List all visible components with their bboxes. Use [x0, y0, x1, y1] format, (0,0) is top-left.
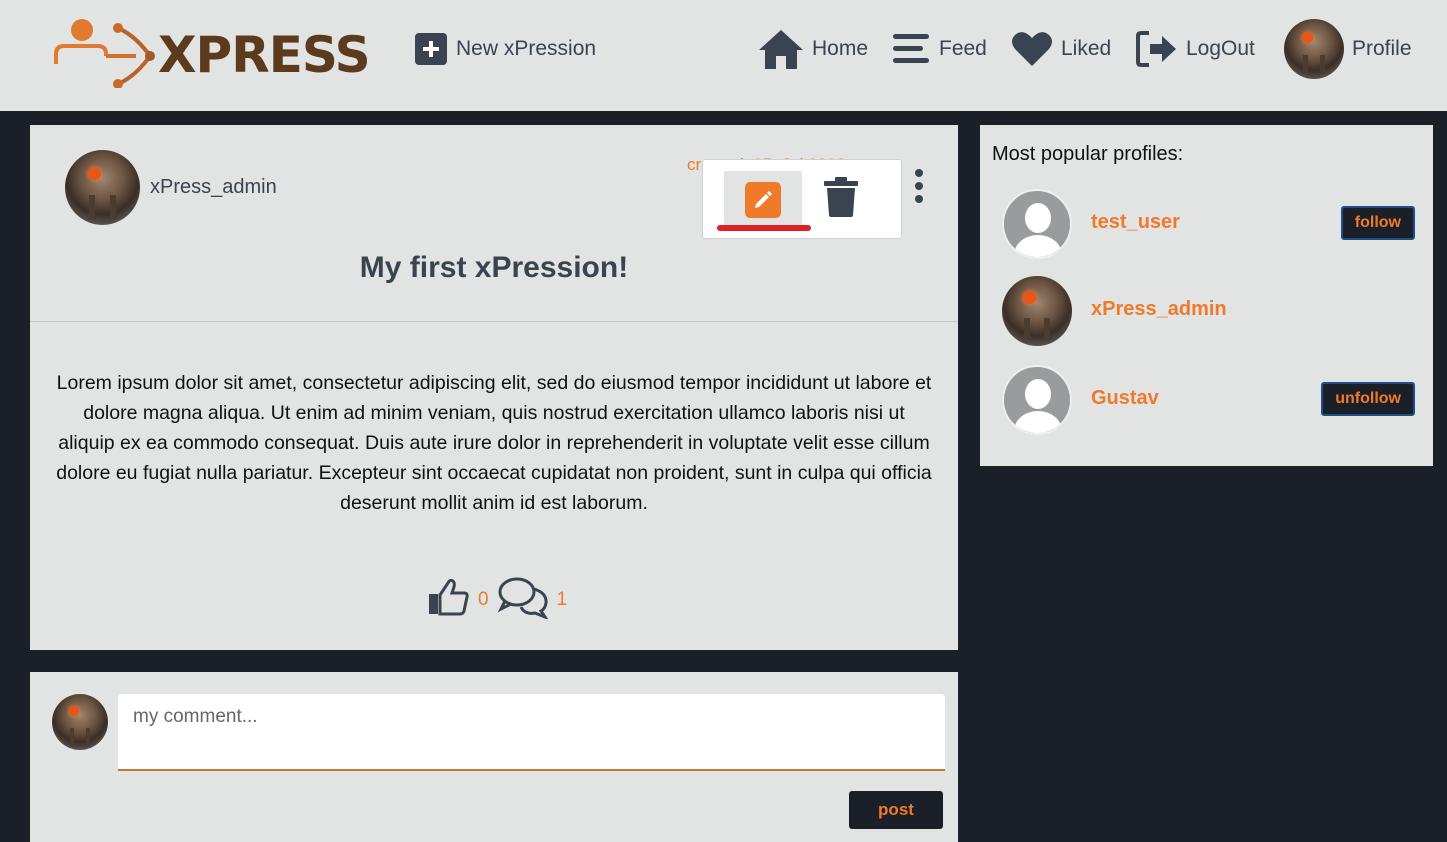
navbar: XPRESS New xPression Home Feed Liked Log… — [0, 0, 1447, 111]
profile-name[interactable]: test_user — [1091, 211, 1180, 234]
logo-text: XPRESS — [158, 26, 371, 84]
home-label: Home — [812, 37, 869, 60]
trash-icon — [823, 176, 859, 223]
active-underline — [717, 225, 811, 231]
post-menu-button[interactable] — [913, 169, 925, 209]
bars-icon — [891, 32, 931, 66]
popular-profile-row: test_user follow — [1002, 189, 1422, 259]
post-title: My first xPression! — [359, 251, 629, 284]
comment-count: 1 — [556, 588, 568, 610]
popular-profile-row: xPress_admin — [1002, 276, 1422, 346]
xpress-logo[interactable]: XPRESS — [52, 16, 372, 89]
post-author[interactable]: xPress_admin — [65, 150, 277, 225]
commenter-avatar — [52, 694, 108, 750]
comment-input[interactable] — [118, 694, 945, 771]
follow-button[interactable]: follow — [1340, 206, 1415, 240]
logout-link[interactable]: LogOut — [1136, 0, 1255, 98]
liked-label: Liked — [1061, 37, 1112, 60]
profile-link[interactable]: Profile — [1284, 0, 1412, 98]
post-body: Lorem ipsum dolor sit amet, consectetur … — [56, 372, 932, 514]
logout-icon — [1136, 30, 1178, 68]
house-icon — [758, 28, 804, 70]
dot — [915, 182, 923, 190]
author-avatar — [65, 150, 140, 225]
logout-label: LogOut — [1186, 37, 1255, 60]
author-name: xPress_admin — [150, 176, 277, 198]
profile-avatar — [1284, 19, 1344, 79]
edit-post-button[interactable] — [724, 171, 802, 229]
popular-heading: Most popular profiles: — [992, 143, 1184, 165]
post-comment-button[interactable]: post — [849, 791, 943, 829]
unfollow-button[interactable]: unfollow — [1321, 382, 1415, 416]
feed-label: Feed — [939, 37, 987, 60]
post-options-dropdown — [702, 159, 902, 239]
delete-post-button[interactable] — [821, 176, 861, 222]
dot — [915, 169, 923, 177]
new-xpression-label: New xPression — [456, 37, 597, 60]
divider — [30, 321, 958, 322]
profile-avatar[interactable] — [1002, 276, 1072, 346]
profile-name[interactable]: Gustav — [1091, 387, 1159, 410]
liked-link[interactable]: Liked — [1011, 0, 1111, 98]
popular-profile-row: Gustav unfollow — [1002, 365, 1422, 435]
default-avatar-icon[interactable] — [1002, 365, 1072, 435]
default-avatar-icon[interactable] — [1002, 189, 1072, 259]
profile-name[interactable]: xPress_admin — [1091, 298, 1227, 321]
dot — [915, 195, 923, 203]
pencil-icon — [745, 182, 781, 218]
new-xpression-link[interactable]: New xPression — [414, 0, 596, 98]
feed-link[interactable]: Feed — [891, 0, 987, 98]
popular-profiles-panel: Most popular profiles: test_user follow … — [980, 125, 1433, 466]
comment-card: post — [30, 672, 958, 842]
reactions: 0 1 — [426, 575, 575, 624]
thumbs-up-icon[interactable] — [426, 577, 472, 622]
comments-icon[interactable] — [497, 575, 551, 624]
plus-square-icon — [414, 32, 448, 66]
like-count: 0 — [478, 588, 489, 610]
profile-label: Profile — [1352, 37, 1412, 60]
heart-icon — [1011, 30, 1053, 68]
logo-icon — [54, 19, 155, 89]
home-link[interactable]: Home — [758, 0, 868, 98]
